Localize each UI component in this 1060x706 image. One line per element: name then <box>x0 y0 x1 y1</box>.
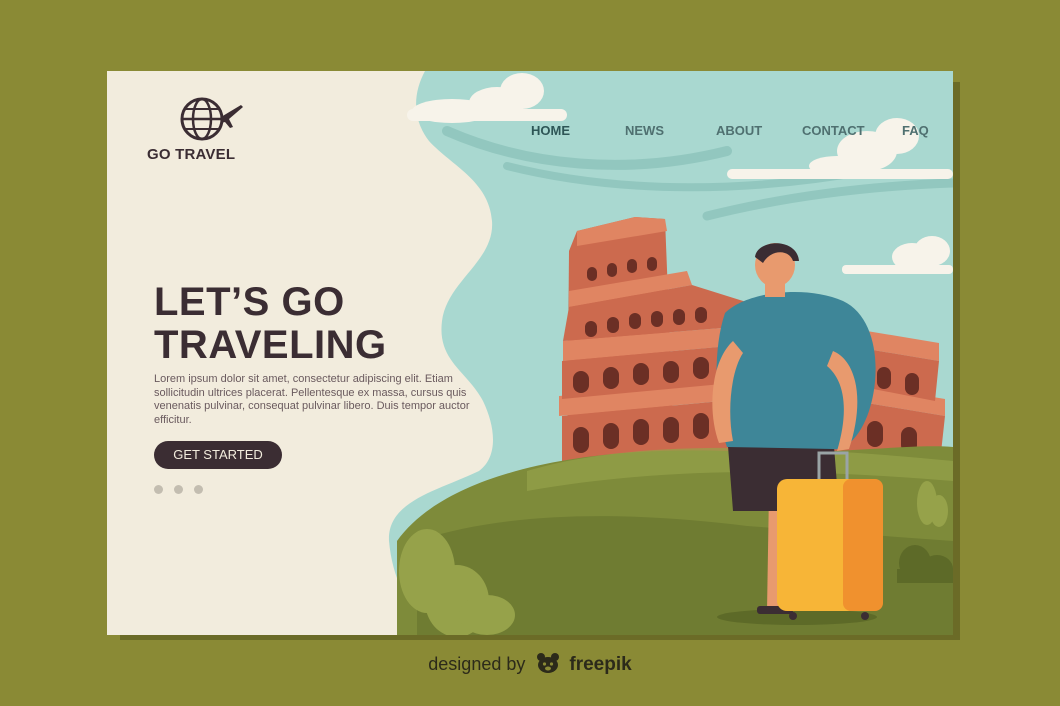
headline-line-2: TRAVELING <box>154 323 387 367</box>
landing-card: GO TRAVEL HOME NEWS ABOUT CONTACT FAQ LE… <box>107 71 953 635</box>
headline-line-1: LET’S GO <box>154 280 345 324</box>
nav-home[interactable]: HOME <box>531 123 570 138</box>
carousel-dot-1[interactable] <box>154 485 163 494</box>
nav-news[interactable]: NEWS <box>625 123 664 138</box>
designer-credit: designed by freepik <box>0 652 1060 676</box>
carousel-dot-2[interactable] <box>174 485 183 494</box>
ground-shadow <box>717 609 877 625</box>
nav-about[interactable]: ABOUT <box>716 123 762 138</box>
brand-logo[interactable]: GO TRAVEL <box>145 95 255 165</box>
nav-faq[interactable]: FAQ <box>902 123 929 138</box>
nav-contact[interactable]: CONTACT <box>802 123 865 138</box>
hero-description: Lorem ipsum dolor sit amet, consectetur … <box>154 373 470 426</box>
globe-plane-icon <box>180 97 243 141</box>
credit-brand[interactable]: freepik <box>569 654 631 675</box>
carousel-dot-3[interactable] <box>194 485 203 494</box>
freepik-bear-icon <box>537 653 560 673</box>
brand-name: GO TRAVEL <box>147 146 236 163</box>
credit-prefix: designed by <box>428 654 526 674</box>
get-started-button[interactable]: GET STARTED <box>154 441 282 469</box>
hero-headline: LET’S GO TRAVELING <box>154 281 454 367</box>
